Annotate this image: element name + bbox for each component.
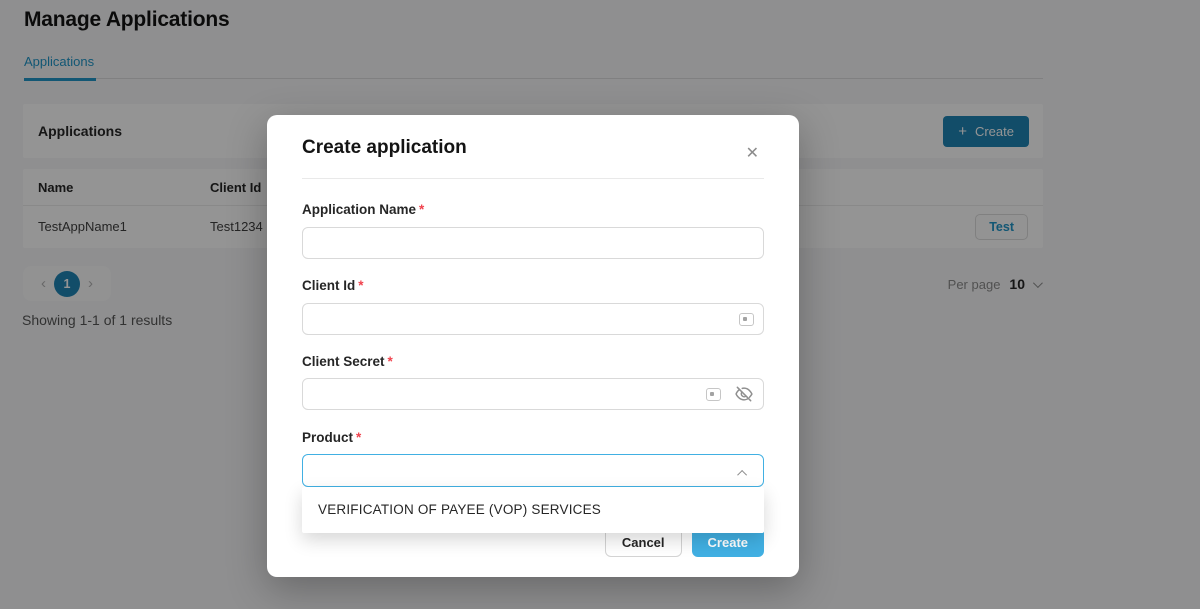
manage-applications-page: Manage Applications Applications Applica… <box>0 0 1200 609</box>
create-application-modal: Create application ✕ Application Name* C… <box>267 115 799 577</box>
autofill-icon[interactable] <box>706 388 721 401</box>
autofill-icon[interactable] <box>739 313 754 326</box>
client-id-field-wrap <box>302 303 764 335</box>
chevron-up-icon <box>737 470 747 480</box>
client-id-label: Client Id* <box>302 278 364 293</box>
required-marker: * <box>388 354 393 369</box>
client-id-field[interactable] <box>302 303 764 335</box>
application-name-label: Application Name* <box>302 202 424 217</box>
application-name-field[interactable] <box>302 227 764 259</box>
product-select[interactable] <box>302 454 764 487</box>
modal-header-divider <box>302 178 764 179</box>
client-secret-field[interactable] <box>302 378 764 410</box>
modal-title: Create application <box>302 137 467 159</box>
client-secret-field-wrap <box>302 378 764 410</box>
product-label: Product* <box>302 430 361 445</box>
client-secret-label: Client Secret* <box>302 354 393 369</box>
product-dropdown: VERIFICATION OF PAYEE (VOP) SERVICES <box>302 487 764 533</box>
product-option-vop[interactable]: VERIFICATION OF PAYEE (VOP) SERVICES <box>302 487 764 533</box>
required-marker: * <box>358 278 363 293</box>
eye-off-icon[interactable] <box>734 384 754 404</box>
required-marker: * <box>356 430 361 445</box>
close-icon[interactable]: ✕ <box>746 143 759 163</box>
required-marker: * <box>419 202 424 217</box>
